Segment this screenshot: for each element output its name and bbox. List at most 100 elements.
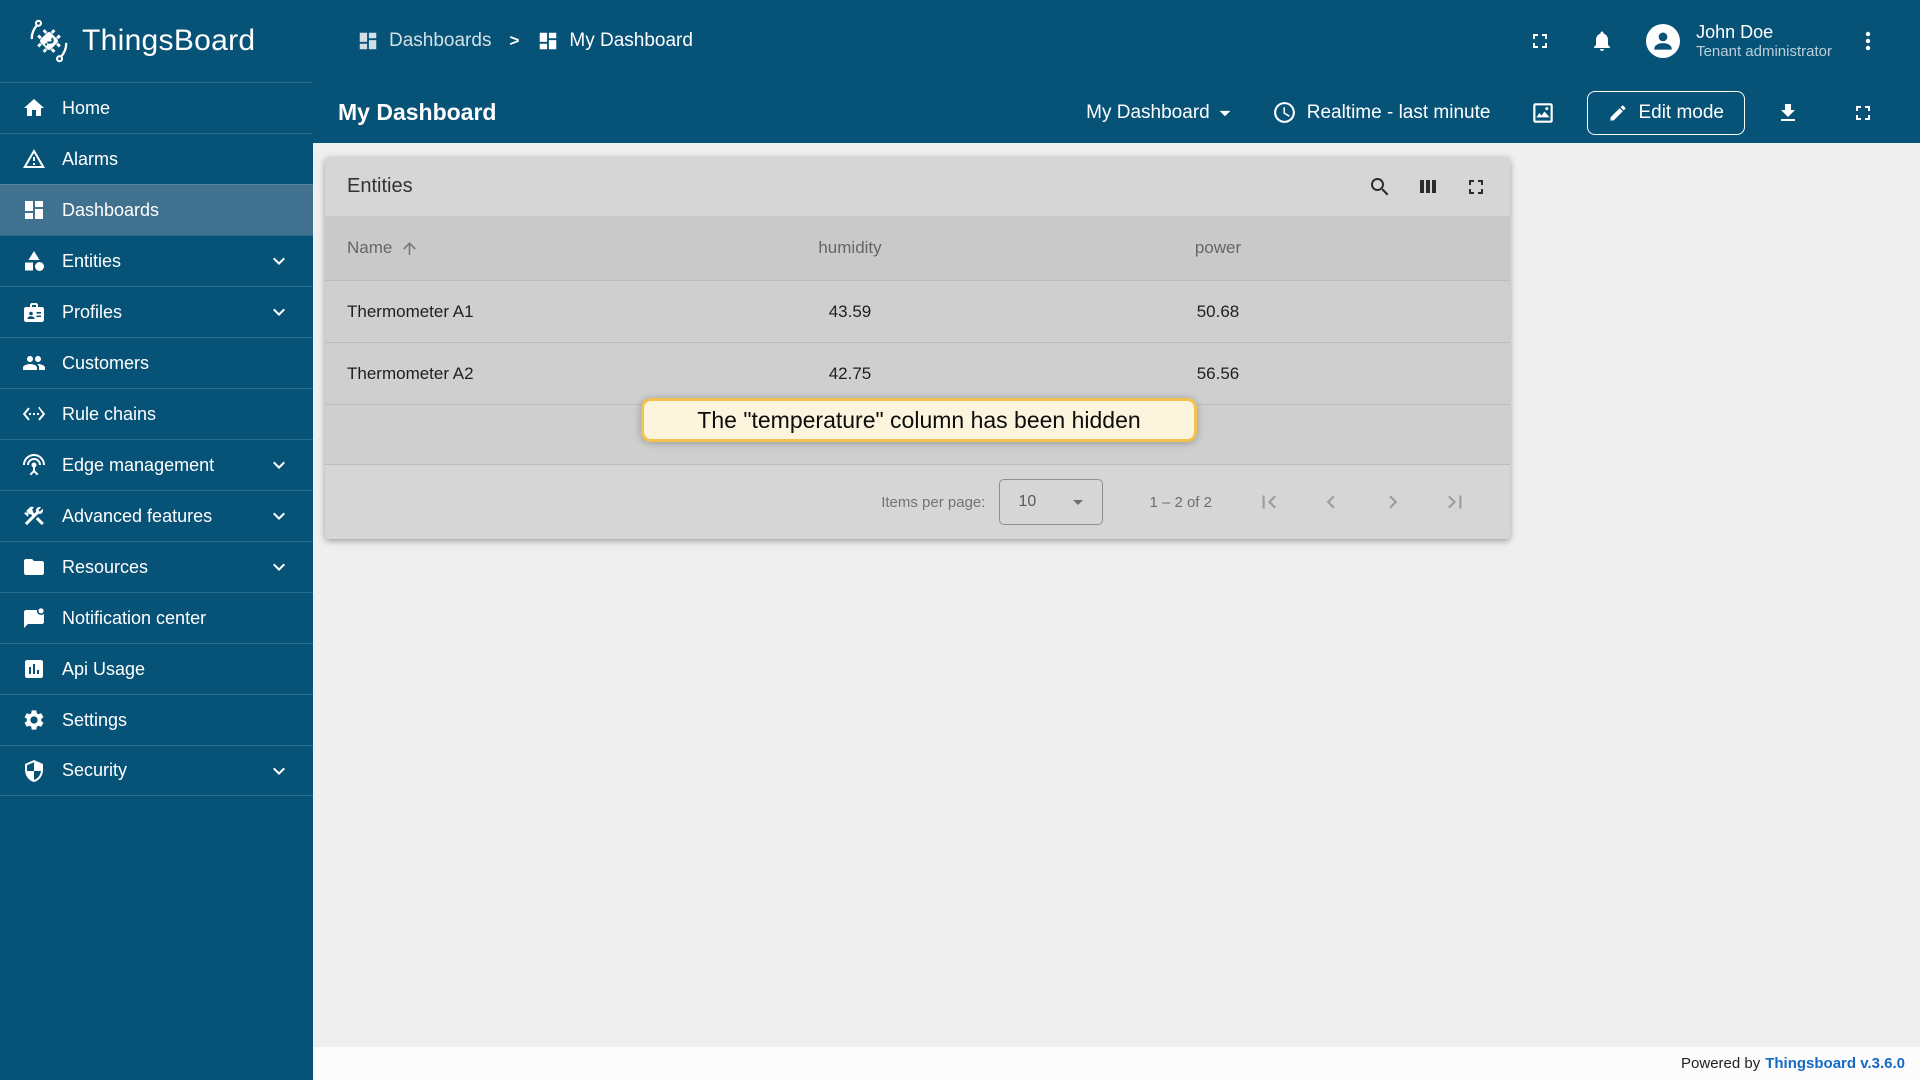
cell-power: 50.68 (1196, 301, 1240, 321)
user-menu[interactable]: John Doe Tenant administrator (1696, 21, 1832, 61)
alarm-warning-icon (22, 147, 46, 171)
table-row[interactable]: Thermometer A2 42.75 56.56 (325, 342, 1510, 404)
search-icon[interactable] (1368, 175, 1392, 199)
thingsboard-logo[interactable]: ThingsBoard (0, 0, 313, 82)
dashboard-image-icon[interactable] (1530, 100, 1556, 126)
column-label: Name (347, 238, 393, 257)
cell-name: Thermometer A2 (347, 363, 474, 383)
entities-widget: Entities Name humidity power Thermometer… (325, 157, 1510, 539)
cell-name: Thermometer A1 (347, 301, 474, 321)
column-header-humidity[interactable]: humidity (667, 238, 1033, 258)
dashboards-grid-icon (537, 30, 559, 52)
last-page-icon[interactable] (1442, 489, 1468, 515)
sidebar-item-label: Profiles (62, 301, 123, 322)
clock-icon (1272, 100, 1297, 125)
sidebar-item-label: Alarms (62, 148, 119, 169)
expand-widget-icon[interactable] (1464, 175, 1488, 199)
sidebar-item-advanced-features[interactable]: Advanced features (0, 490, 313, 541)
chevron-down-icon (267, 504, 291, 528)
dashboards-grid-icon (22, 198, 46, 222)
next-page-icon[interactable] (1380, 489, 1406, 515)
sidebar: ThingsBoard Home Alarms Dashboards Entit… (0, 0, 313, 1080)
dashboard-state-select[interactable]: My Dashboard (1086, 100, 1238, 126)
avatar[interactable] (1646, 24, 1681, 58)
dashboard-toolbar: My Dashboard My Dashboard Realtime - las… (313, 82, 1920, 143)
arrow-drop-down-icon (1212, 100, 1238, 126)
edge-antenna-icon (22, 453, 46, 477)
sidebar-item-home[interactable]: Home (0, 82, 313, 133)
previous-page-icon[interactable] (1318, 489, 1344, 515)
sidebar-item-label: Settings (62, 709, 128, 730)
user-name: John Doe (1696, 22, 1774, 42)
sidebar-item-label: Rule chains (62, 403, 157, 424)
api-usage-chart-icon (22, 657, 46, 681)
sidebar-item-notification-center[interactable]: Notification center (0, 592, 313, 643)
user-role: Tenant administrator (1696, 43, 1832, 60)
home-icon (22, 96, 46, 120)
sidebar-item-label: Api Usage (62, 658, 146, 679)
first-page-icon[interactable] (1256, 489, 1282, 515)
sidebar-item-profiles[interactable]: Profiles (0, 286, 313, 337)
fullscreen-icon[interactable] (1528, 29, 1552, 53)
breadcrumb-my-dashboard[interactable]: My Dashboard (537, 30, 693, 52)
rule-chains-icon (22, 402, 46, 426)
paginator: Items per page: 10 1 – 2 of 2 (325, 465, 1510, 539)
sidebar-item-label: Customers (62, 352, 150, 373)
resources-folder-icon (22, 555, 46, 579)
dashboard-content: Entities Name humidity power Thermometer… (313, 143, 1920, 1047)
thingsboard-version-link[interactable]: Thingsboard v.3.6.0 (1765, 1055, 1905, 1072)
security-shield-icon (22, 759, 46, 783)
sidebar-item-rule-chains[interactable]: Rule chains (0, 388, 313, 439)
breadcrumb-dashboards[interactable]: Dashboards (357, 30, 491, 52)
column-header-name[interactable]: Name (347, 238, 667, 258)
sidebar-item-alarms[interactable]: Alarms (0, 133, 313, 184)
notification-message-icon (22, 606, 46, 630)
page-size-select[interactable]: 10 (999, 479, 1104, 525)
notifications-bell-icon[interactable] (1590, 29, 1614, 53)
more-vert-icon[interactable] (1856, 21, 1880, 61)
entities-category-icon (22, 249, 46, 273)
powered-by-label: Powered by (1681, 1055, 1761, 1072)
sidebar-item-settings[interactable]: Settings (0, 694, 313, 745)
arrow-drop-down-icon (1066, 490, 1090, 514)
sidebar-item-edge-management[interactable]: Edge management (0, 439, 313, 490)
breadcrumb-label: Dashboards (389, 30, 492, 51)
sidebar-item-label: Notification center (62, 607, 207, 628)
chevron-down-icon (267, 249, 291, 273)
sidebar-item-customers[interactable]: Customers (0, 337, 313, 388)
pencil-icon (1608, 103, 1628, 123)
advanced-tools-icon (22, 504, 46, 528)
app-footer: Powered by Thingsboard v.3.6.0 (313, 1047, 1920, 1080)
breadcrumb-separator: > (509, 31, 520, 50)
sidebar-item-security[interactable]: Security (0, 745, 313, 796)
sidebar-item-entities[interactable]: Entities (0, 235, 313, 286)
sidebar-item-api-usage[interactable]: Api Usage (0, 643, 313, 694)
page-size-value: 10 (1018, 493, 1037, 510)
edit-mode-button[interactable]: Edit mode (1587, 90, 1745, 135)
sidebar-item-dashboards[interactable]: Dashboards (0, 184, 313, 235)
fullscreen-icon[interactable] (1851, 101, 1875, 125)
widget-title: Entities (347, 175, 413, 197)
app-root: ThingsBoard Home Alarms Dashboards Entit… (0, 0, 1920, 1080)
timewindow-button[interactable]: Realtime - last minute (1272, 100, 1490, 125)
columns-icon[interactable] (1416, 175, 1440, 199)
chevron-down-icon (267, 453, 291, 477)
widget-header: Entities (325, 157, 1510, 216)
items-per-page-label: Items per page: (881, 493, 986, 511)
column-hidden-callout: The "temperature" column has been hidden (641, 398, 1197, 442)
customers-people-icon (22, 351, 46, 375)
table-header-row: Name humidity power (325, 216, 1510, 280)
sidebar-nav: Home Alarms Dashboards Entities Profiles… (0, 82, 313, 796)
chevron-down-icon (267, 555, 291, 579)
sort-asc-arrow-icon (400, 239, 419, 258)
paginator-nav (1256, 489, 1468, 515)
breadcrumb: Dashboards > My Dashboard (357, 30, 693, 52)
sidebar-item-label: Resources (62, 556, 149, 577)
thingsboard-logo-text: ThingsBoard (82, 24, 256, 57)
download-icon[interactable] (1776, 101, 1800, 125)
thingsboard-logo-icon (26, 18, 72, 64)
column-header-power[interactable]: power (1033, 238, 1403, 258)
sidebar-item-resources[interactable]: Resources (0, 541, 313, 592)
sidebar-item-label: Entities (62, 250, 122, 271)
table-row[interactable]: Thermometer A1 43.59 50.68 (325, 280, 1510, 342)
